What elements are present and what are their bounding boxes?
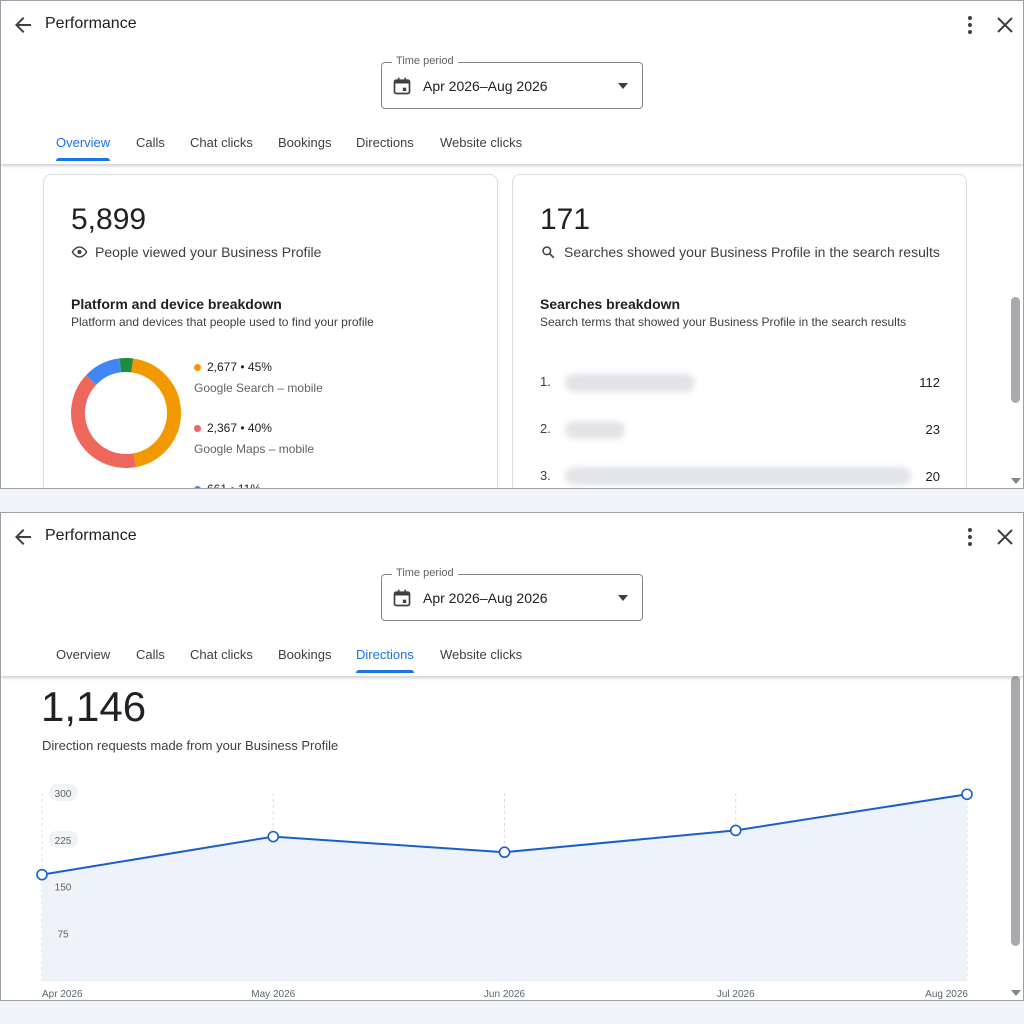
views-label: People viewed your Business Profile (95, 244, 322, 260)
tab-bar: Overview Calls Chat clicks Bookings Dire… (1, 129, 1023, 161)
dropdown-arrow-icon (618, 595, 628, 601)
platform-breakdown-title: Platform and device breakdown (71, 296, 282, 312)
platform-donut-chart (71, 358, 181, 468)
performance-panel-directions: Performance Time period Apr 2026–Aug 202… (0, 512, 1024, 1001)
data-point (961, 788, 973, 801)
data-point (729, 824, 742, 837)
performance-panel-overview: Performance Time period Apr 2026–Aug 202… (0, 0, 1024, 489)
tab-website-clicks[interactable]: Website clicks (440, 641, 522, 673)
searches-card: 171 Searches showed your Business Profil… (512, 174, 967, 488)
page-title: Performance (45, 527, 137, 544)
searches-label: Searches showed your Business Profile in… (564, 244, 940, 260)
x-tick-label: Jul 2026 (717, 989, 755, 1000)
search-count: 112 (919, 375, 940, 390)
x-tick-label: Jun 2026 (484, 989, 526, 1000)
dropdown-arrow-icon (618, 83, 628, 89)
panel-header: Performance Time period Apr 2026–Aug 202… (1, 1, 1023, 164)
redacted-search-term (565, 374, 695, 392)
close-icon[interactable] (993, 13, 1017, 37)
directions-count: 1,146 (41, 683, 147, 730)
platform-breakdown-desc: Platform and devices that people used to… (71, 315, 374, 329)
close-icon[interactable] (993, 525, 1017, 549)
data-point (36, 868, 48, 881)
legend-stat: 661 • 11% (207, 482, 262, 489)
legend-color-dot (194, 486, 201, 488)
redacted-search-term (565, 421, 625, 439)
tab-directions[interactable]: Directions (356, 129, 414, 161)
search-count: 20 (925, 469, 940, 484)
back-arrow-icon[interactable] (11, 13, 35, 37)
tab-calls[interactable]: Calls (136, 129, 165, 161)
legend-label: Google Search – mobile (194, 381, 323, 395)
data-point (498, 846, 511, 859)
donut-segment (71, 375, 136, 468)
searches-breakdown-title: Searches breakdown (540, 296, 681, 312)
redacted-search-term (565, 467, 911, 485)
search-rank: 2. (540, 421, 551, 436)
y-tick-label: 150 (55, 883, 72, 894)
donut-segment (131, 358, 181, 468)
tab-bar: Overview Calls Chat clicks Bookings Dire… (1, 641, 1023, 673)
legend-color-dot (194, 364, 201, 371)
data-point (267, 830, 280, 843)
time-period-select[interactable]: Time period Apr 2026–Aug 2026 (381, 55, 643, 109)
x-tick-label: May 2026 (251, 989, 295, 1000)
views-count: 5,899 (71, 203, 147, 236)
x-tick-label: Apr 2026 (42, 989, 83, 1000)
tab-bookings[interactable]: Bookings (278, 641, 331, 673)
searches-breakdown-desc: Search terms that showed your Business P… (540, 315, 907, 329)
y-tick-label: 300 (55, 789, 72, 800)
y-tick-label: 75 (57, 929, 69, 940)
directions-label: Direction requests made from your Busine… (42, 738, 339, 753)
tab-website-clicks[interactable]: Website clicks (440, 129, 522, 161)
time-period-label: Time period (392, 567, 458, 579)
scrollbar-thumb[interactable] (1011, 676, 1020, 946)
more-vert-icon[interactable] (958, 525, 982, 549)
y-tick-label: 225 (55, 836, 72, 847)
back-arrow-icon[interactable] (11, 525, 35, 549)
legend-color-dot (194, 425, 201, 432)
donut-segment (86, 358, 122, 386)
tab-chat-clicks[interactable]: Chat clicks (190, 129, 253, 161)
tab-bookings[interactable]: Bookings (278, 129, 331, 161)
tab-overview[interactable]: Overview (56, 129, 111, 161)
x-tick-label: Aug 2026 (925, 989, 968, 1000)
search-count: 23 (925, 422, 940, 437)
area-fill (42, 794, 967, 980)
time-period-value: Apr 2026–Aug 2026 (423, 590, 548, 606)
scroll-down-arrow-icon[interactable] (1010, 477, 1022, 485)
scrollbar-thumb[interactable] (1011, 297, 1020, 403)
legend-stat: 2,677 • 45% (207, 360, 272, 374)
time-period-value: Apr 2026–Aug 2026 (423, 78, 548, 94)
search-rank: 3. (540, 468, 551, 483)
scroll-down-arrow-icon[interactable] (1010, 989, 1022, 997)
tab-overview[interactable]: Overview (56, 641, 110, 673)
time-period-select[interactable]: Time period Apr 2026–Aug 2026 (381, 567, 643, 621)
page-title: Performance (45, 15, 137, 32)
time-period-label: Time period (392, 55, 458, 67)
views-card: 5,899 People viewed your Business Profil… (43, 174, 498, 489)
calendar-icon (393, 589, 411, 607)
more-vert-icon[interactable] (958, 13, 982, 37)
tab-chat-clicks[interactable]: Chat clicks (190, 641, 253, 673)
tab-directions[interactable]: Directions (356, 641, 414, 673)
panel-header: Performance Time period Apr 2026–Aug 202… (1, 513, 1023, 676)
searches-count: 171 (540, 203, 591, 236)
calendar-icon (393, 77, 411, 95)
legend-stat: 2,367 • 40% (207, 421, 272, 435)
tab-calls[interactable]: Calls (136, 641, 165, 673)
search-icon (542, 246, 555, 259)
directions-line-chart: 300 225 150 75 Apr 2026 May 2026 Jun 2026 Jul 2… (36, 784, 973, 1000)
legend-label: Google Maps – mobile (194, 442, 315, 456)
eye-icon (71, 246, 88, 258)
search-rank: 1. (540, 374, 551, 389)
